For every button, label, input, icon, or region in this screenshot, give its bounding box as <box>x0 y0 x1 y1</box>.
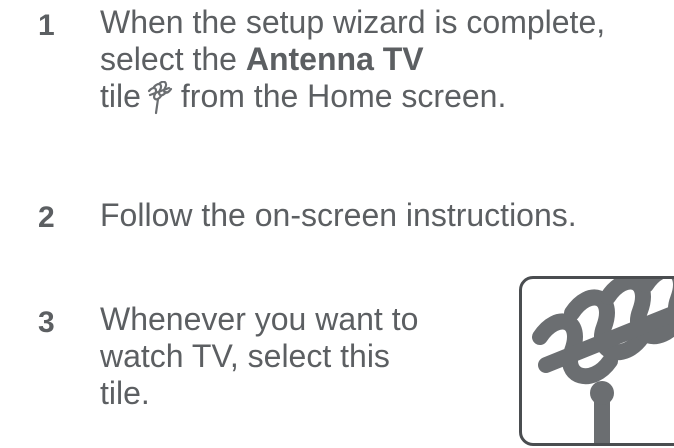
antenna-tv-label: Antenna TV <box>245 41 424 77</box>
step-3-number: 3 <box>38 306 55 339</box>
step-2-line-1: Follow the on-screen instructions. <box>100 197 577 233</box>
step-1-line-3-prefix: tile <box>100 78 141 114</box>
antenna-tile-icon <box>532 279 674 443</box>
step-3-line-3: tile. <box>100 375 150 411</box>
step-1-line-3: tile from the Home screen. <box>100 78 605 115</box>
step-3-line-2: watch TV, select this <box>100 338 390 374</box>
antenna-tv-tile <box>519 276 674 446</box>
step-1-line-2-prefix: select the <box>100 41 246 77</box>
step-3-text: Whenever you want to watch TV, select th… <box>100 301 418 412</box>
step-1-line-2: select the Antenna TV <box>100 41 605 78</box>
step-1-text: When the setup wizard is complete, selec… <box>100 4 605 115</box>
instructions-page: 1 When the setup wizard is complete, sel… <box>0 0 674 448</box>
step-2-text: Follow the on-screen instructions. <box>100 197 577 234</box>
step-1-number: 1 <box>38 9 55 42</box>
step-1-line-1: When the setup wizard is complete, <box>100 4 606 40</box>
step-1-line-3-suffix: from the Home screen. <box>180 78 507 114</box>
step-2-number: 2 <box>38 201 55 234</box>
antenna-icon <box>145 80 175 115</box>
step-3-line-1: Whenever you want to <box>100 301 419 337</box>
